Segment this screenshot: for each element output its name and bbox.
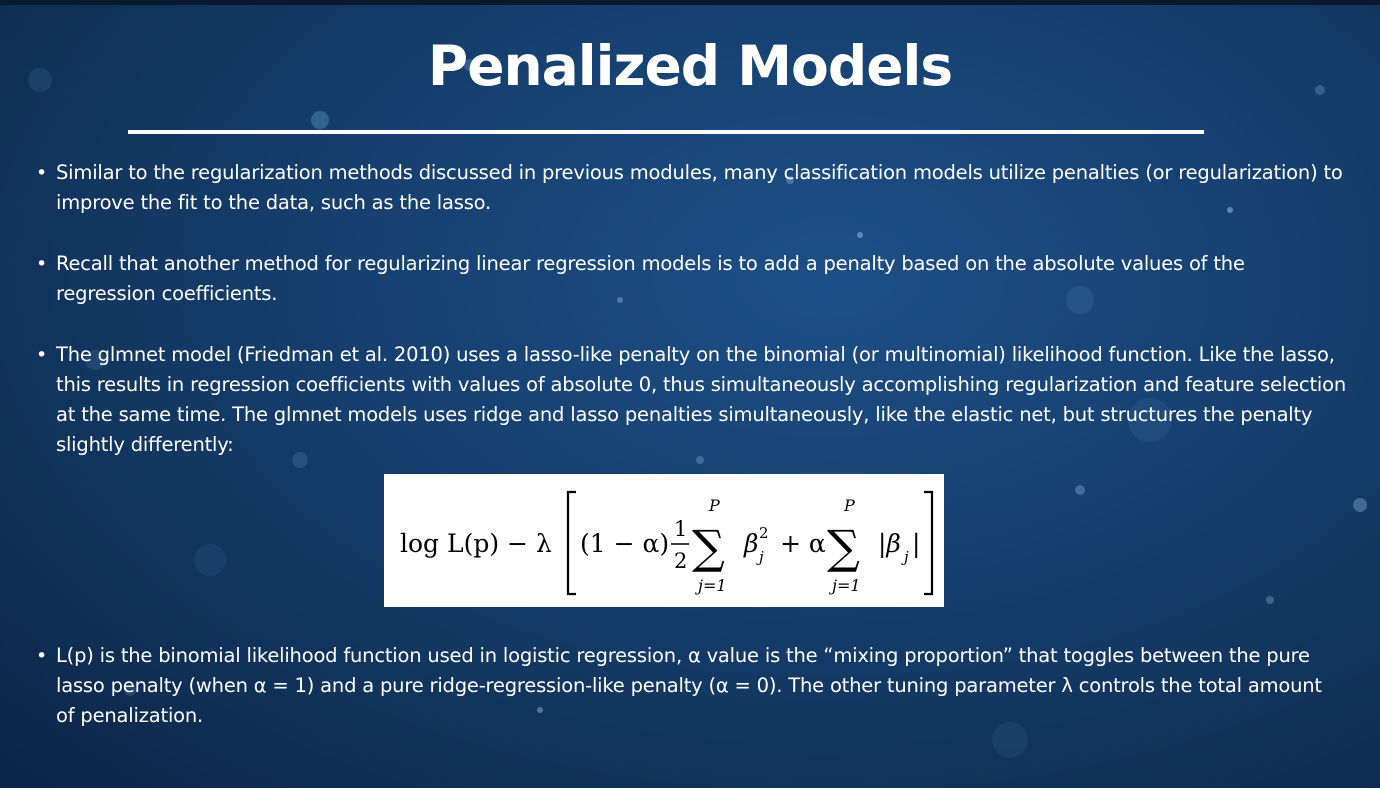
abs-beta: |β [878, 529, 901, 559]
formula-one-minus-alpha: (1 − α) [580, 529, 669, 558]
bullet-dot-icon: • [36, 645, 48, 667]
formula-plus-alpha: + α [780, 529, 826, 558]
beta-symbol: β [743, 529, 758, 558]
abs-beta-subscript: j [901, 548, 909, 566]
bullet-text: The glmnet model (Friedman et al. 2010) … [56, 343, 1346, 456]
bullet-item: • L(p) is the binomial likelihood functi… [36, 641, 1346, 731]
bullet-text: Similar to the regularization methods di… [56, 161, 1343, 214]
beta-exponent: 2 [759, 524, 769, 542]
bullet-text: L(p) is the binomial likelihood function… [56, 644, 1322, 727]
sum-upper-limit: P [843, 496, 855, 515]
bullet-item: • The glmnet model (Friedman et al. 2010… [36, 340, 1346, 460]
slide-title: Penalized Models [427, 34, 953, 98]
bullet-text: Recall that another method for regulariz… [56, 252, 1245, 305]
sum-lower-limit: j=1 [829, 576, 861, 595]
sum-lower-limit: j=1 [695, 576, 727, 595]
right-bracket [924, 490, 934, 596]
bullet-item: • Recall that another method for regular… [36, 249, 1346, 309]
bullet-dot-icon: • [36, 344, 48, 366]
bullet-item: • Similar to the regularization methods … [36, 158, 1346, 218]
sum-symbol-icon: ∑ [827, 520, 860, 574]
fraction-numerator: 1 [674, 517, 687, 541]
bullet-dot-icon: • [36, 253, 48, 275]
abs-close: | [912, 529, 920, 559]
formula-graphic: log L(p) − λ (1 − α) 1 2 P ∑ j=1 β 2 j +… [400, 490, 934, 596]
sum-symbol-icon: ∑ [692, 520, 725, 574]
left-bracket [566, 490, 576, 596]
top-bar [0, 0, 1380, 5]
penalty-formula: log L(p) − λ (1 − α) 1 2 P ∑ j=1 β 2 j +… [384, 474, 944, 607]
bullet-dot-icon: • [36, 162, 48, 184]
formula-log-likelihood: log L(p) − λ [400, 529, 552, 558]
title-underline [128, 130, 1204, 134]
sum-upper-limit: P [708, 496, 720, 515]
fraction-denominator: 2 [674, 549, 687, 573]
